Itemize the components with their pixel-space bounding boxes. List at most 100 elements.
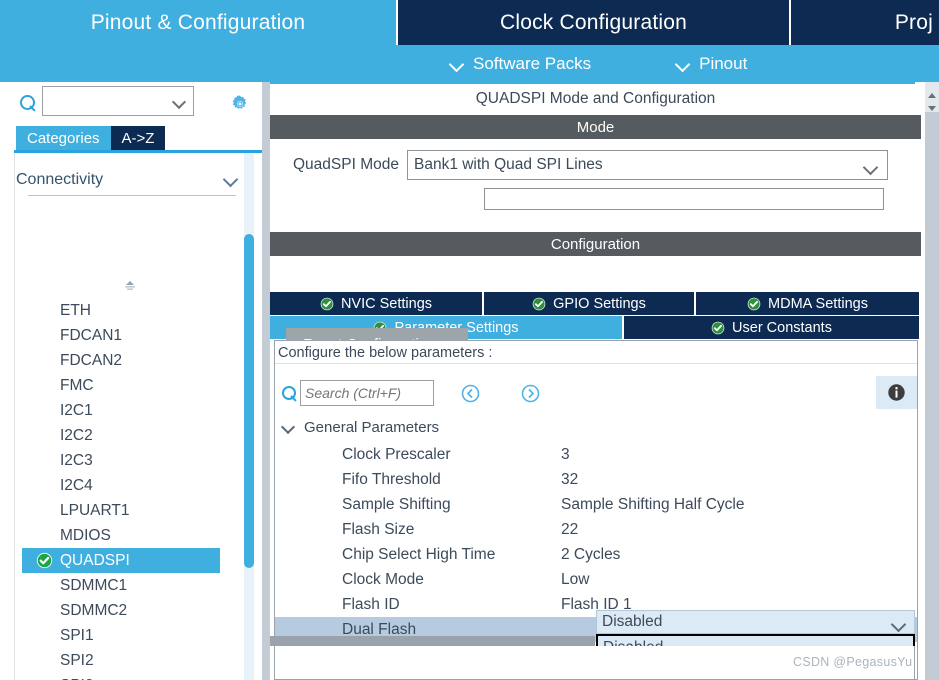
chevron-down-icon[interactable]	[174, 96, 186, 108]
parameter-value: 2 Cycles	[561, 545, 621, 563]
peripheral-item[interactable]: SDMMC2	[22, 598, 238, 623]
chevron-down-icon[interactable]	[893, 618, 905, 630]
parameter-value: 22	[561, 520, 579, 538]
sidebar-tab-categories[interactable]: Categories	[16, 126, 111, 150]
peripheral-item[interactable]: SPI2	[22, 648, 238, 673]
peripheral-label: SPI3	[60, 677, 94, 680]
peripheral-item[interactable]: FMC	[22, 373, 238, 398]
chevron-down-icon[interactable]	[282, 421, 296, 435]
menu-label: Software Packs	[473, 53, 592, 73]
tab-pinout-and-configuration[interactable]: Pinout & Configuration	[0, 0, 396, 45]
chevron-down-icon[interactable]	[865, 161, 877, 173]
peripheral-label: SDMMC1	[60, 576, 128, 594]
chevron-down-icon	[450, 57, 464, 71]
panel-divider[interactable]	[262, 82, 270, 680]
parameter-row[interactable]: Fifo Threshold 32	[275, 467, 917, 492]
config-tab-user-constants[interactable]: User Constants	[624, 316, 919, 339]
panel-top-accent	[270, 82, 915, 84]
config-tab-nvic-settings[interactable]: NVIC Settings	[270, 292, 484, 315]
parameter-search-input[interactable]	[305, 382, 433, 404]
top-bar: Pinout & Configuration Clock Configurati…	[0, 0, 939, 82]
parameter-row[interactable]: Chip Select High Time 2 Cycles	[275, 542, 917, 567]
quadspi-mode-select[interactable]: Bank1 with Quad SPI Lines	[406, 150, 888, 180]
circle-right-arrow-icon[interactable]	[521, 384, 540, 403]
scroll-up-arrow-icon[interactable]	[927, 88, 937, 98]
group-divider	[28, 195, 236, 196]
parameter-name: Sample Shifting	[342, 495, 451, 513]
mode-secondary-field[interactable]	[484, 188, 884, 210]
scroll-up-icon[interactable]	[120, 278, 140, 292]
peripheral-item[interactable]: I2C3	[22, 448, 238, 473]
peripheral-item[interactable]: FDCAN2	[22, 348, 238, 373]
peripheral-item[interactable]: FDCAN1	[22, 323, 238, 348]
menu-pinout[interactable]: Pinout	[676, 54, 747, 74]
sidebar-tab-bar: Categories A->Z	[16, 126, 166, 150]
config-tab-mdma-settings[interactable]: MDMA Settings	[696, 292, 919, 315]
check-circle-icon	[747, 297, 761, 311]
group-label: Connectivity	[16, 171, 104, 188]
parameter-row[interactable]: Sample Shifting Sample Shifting Half Cycl…	[275, 492, 917, 517]
peripheral-item[interactable]: I2C4	[22, 473, 238, 498]
gear-icon[interactable]	[230, 94, 250, 114]
parameter-value: Sample Shifting Half Cycle	[561, 495, 745, 513]
parameter-group-header[interactable]: General Parameters	[275, 415, 917, 440]
peripheral-item[interactable]: ETH	[22, 298, 238, 323]
peripheral-label: SDMMC2	[60, 601, 128, 619]
config-tab-label: User Constants	[732, 319, 832, 336]
peripheral-item[interactable]: MDIOS	[22, 523, 238, 548]
scroll-down-arrow-icon[interactable]	[927, 100, 937, 111]
parameter-group-label: General Parameters	[304, 419, 440, 436]
sidebar-tab-a-to-z[interactable]: A->Z	[110, 126, 166, 150]
configuration-section-header: Configuration	[270, 232, 921, 256]
peripheral-label: QUADSPI	[60, 551, 130, 569]
parameter-value: 3	[561, 445, 570, 463]
peripheral-item[interactable]: SPI3	[22, 673, 238, 680]
parameter-search-box[interactable]	[300, 380, 434, 406]
peripheral-sidebar: Categories A->Z Connectivity ETH FDCAN1 FD…	[0, 82, 270, 680]
parameter-row[interactable]: Clock Prescaler 3	[275, 442, 917, 467]
dual-flash-dropdown[interactable]: Disabled	[596, 610, 915, 634]
parameter-name: Fifo Threshold	[342, 470, 441, 488]
tab-label: Proj	[894, 10, 933, 34]
search-combobox[interactable]	[42, 86, 194, 116]
tab-clock-configuration[interactable]: Clock Configuration	[398, 0, 789, 45]
peripheral-item[interactable]: LPUART1	[22, 498, 238, 523]
peripheral-label: SPI2	[60, 651, 94, 669]
window-scroll-rail[interactable]	[925, 82, 939, 680]
config-tab-row-1: NVIC Settings GPIO Settings MDMA Settings	[270, 292, 921, 315]
quadspi-mode-row: QuadSPI Mode Bank1 with Quad SPI Lines	[270, 144, 921, 186]
peripheral-item[interactable]: SDMMC1	[22, 573, 238, 598]
check-circle-icon	[320, 297, 334, 311]
peripheral-item[interactable]: I2C1	[22, 398, 238, 423]
quadspi-mode-value: Bank1 with Quad SPI Lines	[413, 156, 603, 173]
info-icon[interactable]	[876, 376, 917, 409]
check-circle-icon	[36, 552, 53, 569]
parameter-name: Flash Size	[342, 520, 415, 538]
tab-label: Categories	[27, 129, 100, 147]
parameter-name: Clock Mode	[342, 570, 424, 588]
tab-label: Pinout & Configuration	[90, 10, 306, 34]
configure-hint: Configure the below parameters :	[275, 342, 917, 364]
sidebar-search-row	[0, 86, 270, 122]
peripheral-item[interactable]: SPI1	[22, 623, 238, 648]
menu-software-packs[interactable]: Software Packs	[450, 54, 591, 74]
parameter-name: Flash ID	[342, 595, 400, 613]
peripheral-item-selected[interactable]: QUADSPI	[22, 548, 220, 573]
sidebar-group-connectivity[interactable]: Connectivity	[16, 166, 238, 194]
circle-left-arrow-icon[interactable]	[461, 384, 480, 403]
table-bottom-band	[270, 636, 595, 646]
tab-label: A->Z	[121, 129, 155, 147]
search-input[interactable]	[47, 88, 169, 114]
check-circle-icon	[711, 321, 725, 335]
chevron-down-icon[interactable]	[224, 173, 238, 187]
peripheral-item[interactable]: I2C2	[22, 423, 238, 448]
peripheral-label: ETH	[60, 301, 91, 319]
sidebar-scrollbar-thumb[interactable]	[244, 234, 254, 568]
parameter-row[interactable]: Flash Size 22	[275, 517, 917, 542]
config-tab-gpio-settings[interactable]: GPIO Settings	[484, 292, 696, 315]
tab-project-manager[interactable]: Proj	[791, 0, 939, 45]
peripheral-list[interactable]: ETH FDCAN1 FDCAN2 FMC I2C1 I2C2 I2C3 I2C4 LPUART…	[22, 298, 238, 680]
parameter-row[interactable]: Clock Mode Low	[275, 567, 917, 592]
peripheral-label: LPUART1	[60, 501, 130, 519]
sub-tool-bar: Software Packs Pinout	[0, 45, 939, 82]
